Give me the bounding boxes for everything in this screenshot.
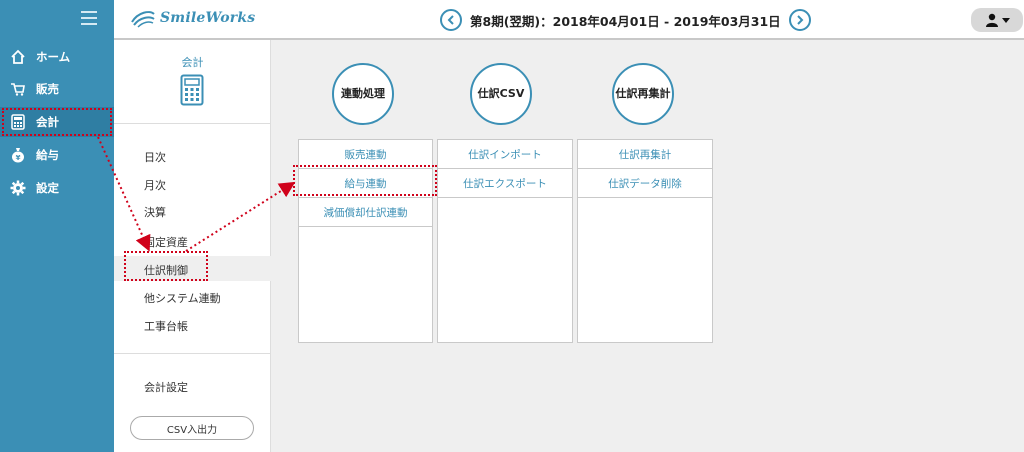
column-header-integration: 連動処理	[332, 63, 394, 125]
submenu-item-fixed-assets[interactable]: 固定資産	[144, 234, 188, 250]
link-journal-export[interactable]: 仕訳エクスポート	[438, 169, 572, 198]
logo[interactable]: SmileWorks	[130, 8, 255, 28]
highlight-ring	[293, 165, 437, 196]
sidebar-item-label: ホーム	[36, 50, 71, 64]
sidebar-item-label: 設定	[36, 181, 59, 195]
divider	[114, 353, 271, 354]
link-depreciation-journal-integration[interactable]: 減価償却仕訳連動	[299, 198, 432, 227]
chevron-right-icon	[796, 15, 804, 25]
sidebar-item-settings[interactable]: 設定	[0, 173, 114, 203]
chevron-left-icon	[447, 15, 454, 25]
csv-import-export-button[interactable]: CSV入出力	[130, 416, 254, 440]
column-header-journal-csv: 仕訳CSV	[470, 63, 532, 125]
money-bag-icon: ¥	[10, 147, 26, 163]
caret-down-icon	[1001, 18, 1010, 23]
submenu-panel: 会計 日次 月次 決算 固定資産 仕訳制御 他システム連動 工事台帳 会計設定 …	[114, 40, 272, 452]
sidebar-item-home[interactable]: ホーム	[0, 42, 114, 72]
submenu-item-other-systems[interactable]: 他システム連動	[144, 290, 221, 306]
header: SmileWorks 第8期(翌期)：2018年04月01日 - 2019年03…	[114, 0, 1024, 40]
sidebar: ホーム 販売 会計 ¥ 給与 設定	[0, 0, 114, 452]
submenu-item-accounting-settings[interactable]: 会計設定	[144, 379, 188, 395]
link-journal-recalc[interactable]: 仕訳再集計	[578, 140, 712, 169]
submenu-item-closing[interactable]: 決算	[144, 204, 166, 220]
divider	[114, 123, 271, 124]
highlight-ring	[2, 108, 112, 136]
submenu-item-construction-ledger[interactable]: 工事台帳	[144, 318, 188, 334]
menu-toggle-icon[interactable]	[81, 11, 97, 25]
card-journal-recalc: 仕訳再集計 仕訳データ削除	[577, 139, 713, 343]
submenu-title: 会計	[181, 56, 204, 69]
sidebar-item-accounting[interactable]: 会計	[0, 107, 114, 137]
next-period-button[interactable]	[788, 9, 811, 31]
submenu-item-daily[interactable]: 日次	[144, 149, 166, 165]
calculator-icon	[180, 74, 204, 106]
svg-text:¥: ¥	[16, 154, 21, 162]
link-journal-import[interactable]: 仕訳インポート	[438, 140, 572, 169]
sidebar-item-sales[interactable]: 販売	[0, 74, 114, 104]
user-icon	[985, 13, 998, 27]
home-icon	[10, 49, 26, 65]
logo-text: SmileWorks	[160, 10, 256, 26]
highlight-ring	[124, 251, 208, 281]
cart-icon	[10, 81, 26, 97]
sidebar-item-label: 販売	[36, 82, 59, 96]
sidebar-item-payroll[interactable]: ¥ 給与	[0, 140, 114, 170]
user-menu-button[interactable]	[971, 8, 1023, 32]
sidebar-item-label: 給与	[36, 148, 59, 162]
link-journal-data-delete[interactable]: 仕訳データ削除	[578, 169, 712, 198]
logo-swoosh-icon	[131, 11, 155, 28]
period-selector: 第8期(翌期)：2018年04月01日 - 2019年03月31日	[440, 9, 811, 31]
prev-period-button[interactable]	[440, 9, 462, 31]
gear-icon	[10, 180, 26, 196]
card-journal-csv: 仕訳インポート 仕訳エクスポート	[437, 139, 573, 343]
period-text: 第8期(翌期)：2018年04月01日 - 2019年03月31日	[470, 13, 781, 29]
submenu-item-monthly[interactable]: 月次	[144, 177, 166, 193]
column-header-journal-recalc: 仕訳 再集計	[612, 63, 674, 125]
